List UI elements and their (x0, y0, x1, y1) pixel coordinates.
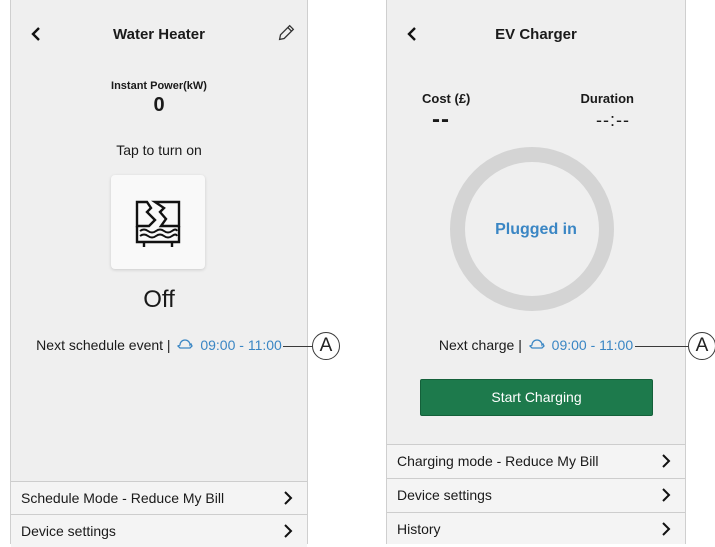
chevron-right-icon (662, 454, 671, 468)
instant-power-label: Instant Power(kW) (111, 80, 207, 92)
duration-value: --:-- (596, 110, 630, 130)
device-settings-row[interactable]: Device settings (11, 514, 307, 547)
schedule-prefix: Next schedule event | (36, 337, 171, 353)
ev-charger-screen: EV Charger Cost (£) -- Duration --:-- Pl… (386, 0, 686, 544)
row-label: Schedule Mode - Reduce My Bill (21, 490, 225, 506)
schedule-mode-row[interactable]: Schedule Mode - Reduce My Bill (11, 481, 307, 514)
tap-instruction: Tap to turn on (116, 142, 202, 158)
clock-icon (528, 339, 545, 349)
next-charge-prefix: Next charge | (438, 337, 522, 353)
row-label: Device settings (21, 523, 116, 539)
charging-mode-row[interactable]: Charging mode - Reduce My Bill (387, 444, 685, 478)
chevron-right-icon (284, 524, 293, 538)
schedule-time[interactable]: 09:00 - 11:00 (200, 337, 281, 353)
row-label: Charging mode - Reduce My Bill (397, 453, 599, 469)
callout-leader-line (283, 346, 313, 347)
device-settings-row[interactable]: Device settings (387, 478, 685, 512)
header: Water Heater (11, 0, 307, 72)
header: EV Charger (387, 0, 685, 72)
power-toggle-tile[interactable] (111, 175, 205, 269)
instant-power-value: 0 (153, 94, 165, 116)
callout-label: A (688, 332, 715, 360)
page-title: Water Heater (113, 26, 205, 43)
edit-pencil-icon[interactable] (275, 22, 297, 44)
charger-status: Plugged in (495, 221, 577, 238)
cost-label: Cost (£) (422, 91, 471, 106)
callout-leader-line (635, 346, 688, 347)
row-label: Device settings (397, 487, 492, 503)
row-label: History (397, 521, 441, 537)
chevron-right-icon (662, 522, 671, 536)
chevron-right-icon (284, 491, 293, 505)
clock-icon (177, 339, 194, 349)
water-heater-off-icon (135, 200, 181, 247)
device-state: Off (143, 286, 175, 313)
next-charge-time[interactable]: 09:00 - 11:00 (552, 337, 633, 353)
start-charging-button[interactable]: Start Charging (420, 379, 653, 416)
next-schedule-event: Next schedule event | 09:00 - 11:00 (11, 337, 307, 353)
history-row[interactable]: History (387, 512, 685, 544)
water-heater-screen: Water Heater Instant Power(kW) 0 Tap to … (10, 0, 308, 547)
callout-label: A (312, 332, 340, 360)
page-title: EV Charger (495, 26, 577, 43)
next-charge: Next charge | 09:00 - 11:00 (387, 337, 685, 353)
duration-label: Duration (580, 91, 634, 106)
cost-value: -- (432, 106, 450, 133)
chevron-right-icon (662, 488, 671, 502)
